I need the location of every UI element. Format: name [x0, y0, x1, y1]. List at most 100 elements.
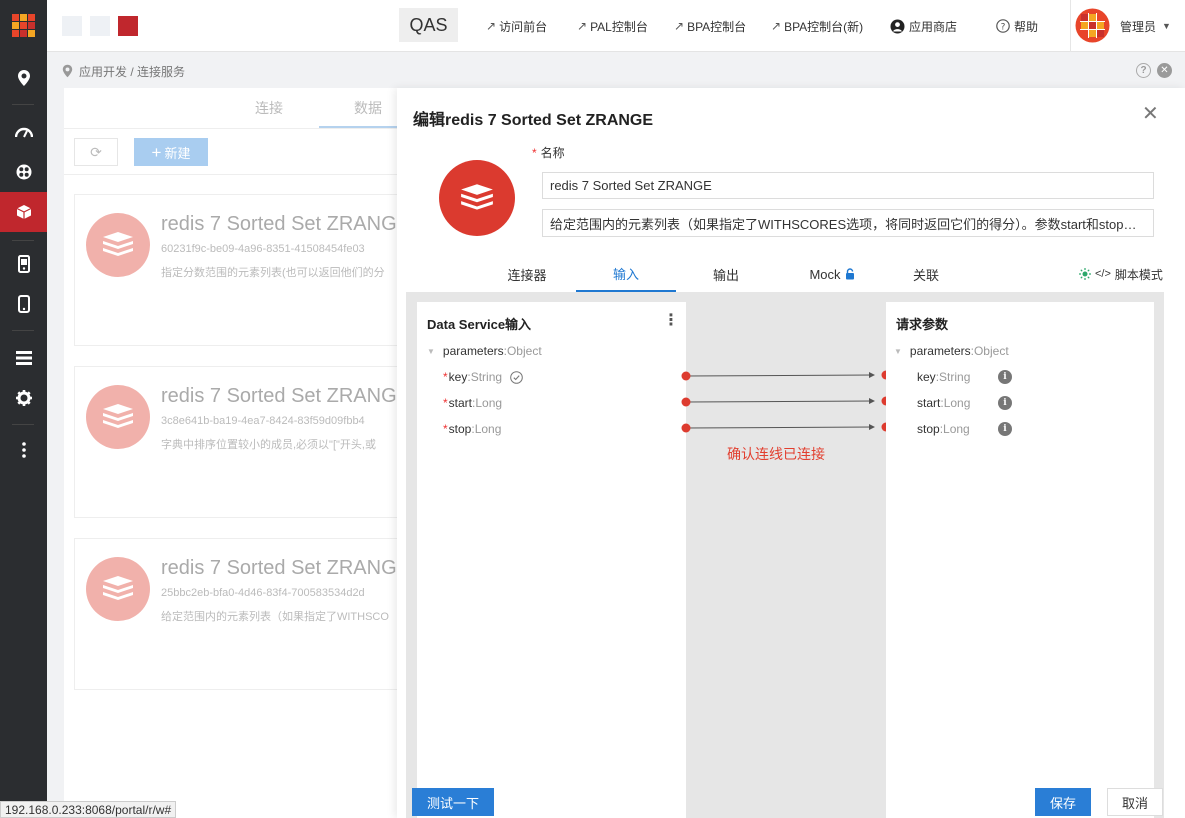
- tab-mock[interactable]: Mock: [782, 256, 882, 292]
- connection-confirm-text: 确认连线已连接: [727, 446, 825, 462]
- source-field-start[interactable]: * start : Long: [443, 396, 502, 410]
- header-placeholder-square: [62, 16, 82, 36]
- name-label: * 名称: [532, 146, 565, 160]
- location-pin-icon: [62, 64, 73, 78]
- cube-icon[interactable]: [0, 192, 47, 232]
- caret-down-icon: ▼: [427, 346, 435, 356]
- avatar[interactable]: [1075, 8, 1110, 43]
- save-button[interactable]: 保存: [1035, 788, 1091, 816]
- dashboard-icon[interactable]: [0, 112, 47, 152]
- external-arrow-icon: ↗: [674, 19, 685, 33]
- card-title: redis 7 Sorted Set ZRANG: [161, 557, 397, 579]
- user-menu[interactable]: 管理员 ▼: [1120, 0, 1171, 52]
- card-title: redis 7 Sorted Set ZRANG: [161, 213, 397, 235]
- caret-down-icon: ▼: [894, 346, 902, 356]
- env-label[interactable]: QAS: [399, 8, 458, 42]
- apps-icon[interactable]: [0, 152, 47, 192]
- external-arrow-icon: ↗: [771, 19, 782, 33]
- source-panel-title: Data Service输入: [427, 317, 532, 332]
- svg-text:?: ?: [1001, 23, 1006, 33]
- nav-bpa-console[interactable]: ↗ BPA控制台: [674, 0, 746, 52]
- breadcrumb: 应用开发 / 连接服务: [62, 62, 185, 80]
- redis-icon: [86, 557, 150, 621]
- device-icon[interactable]: [0, 244, 47, 284]
- card-desc: 给定范围内的元素列表（如果指定了WITHSCO: [161, 611, 389, 623]
- mapping-line-start[interactable]: [681, 396, 891, 407]
- more-icon[interactable]: [0, 430, 47, 470]
- connection-card[interactable]: redis 7 Sorted Set ZRANG 25bbc2eb-bfa0-4…: [74, 538, 404, 690]
- help-icon: ?: [996, 19, 1010, 33]
- source-field-parameters[interactable]: ▼ parameters : Object: [427, 344, 542, 358]
- target-panel-title: 请求参数: [896, 317, 949, 332]
- nav-visit-frontend[interactable]: ↗ 访问前台: [486, 0, 547, 52]
- more-icon[interactable]: ⋮: [663, 310, 679, 330]
- bulb-icon: [1079, 268, 1091, 280]
- description-input[interactable]: 给定范围内的元素列表（如果指定了WITHSCORES选项，将同时返回它们的得分）…: [542, 209, 1154, 237]
- external-arrow-icon: ↗: [577, 19, 588, 33]
- lock-icon: [845, 268, 855, 280]
- tab-connection[interactable]: 连接: [255, 88, 283, 128]
- redis-icon: [439, 160, 515, 236]
- location-pin-icon[interactable]: [0, 58, 47, 98]
- check-circle-icon: [510, 370, 523, 384]
- header-brand-square: [118, 16, 138, 36]
- modal-title: 编辑redis 7 Sorted Set ZRANGE: [413, 112, 654, 129]
- target-field-key[interactable]: key : String: [917, 370, 970, 384]
- info-icon[interactable]: i: [998, 370, 1012, 384]
- mobile-icon[interactable]: [0, 284, 47, 324]
- card-id: 25bbc2eb-bfa0-4d46-83f4-700583534d2d: [161, 587, 365, 599]
- edit-modal: 编辑redis 7 Sorted Set ZRANGE ✕ * 名称 redis …: [397, 88, 1185, 818]
- nav-help[interactable]: ? 帮助: [996, 0, 1038, 52]
- cancel-button[interactable]: 取消: [1107, 788, 1163, 816]
- tab-output[interactable]: 输出: [676, 256, 776, 292]
- nav-pal-console[interactable]: ↗ PAL控制台: [577, 0, 648, 52]
- info-icon[interactable]: i: [998, 422, 1012, 436]
- close-icon[interactable]: ✕: [1157, 63, 1172, 78]
- status-url-bar: 192.168.0.233:8068/portal/r/w#: [0, 801, 177, 818]
- nav-bpa-console-new[interactable]: ↗ BPA控制台(新): [771, 0, 863, 52]
- tab-input[interactable]: 输入: [576, 256, 676, 292]
- mapping-line-stop[interactable]: [681, 422, 891, 433]
- new-button[interactable]: + 新建: [134, 138, 208, 166]
- top-header: QAS ↗ 访问前台 ↗ PAL控制台 ↗ BPA控制台 ↗ BPA控制台(新) 应用商…: [47, 0, 1185, 52]
- mapping-line-key[interactable]: [681, 370, 891, 381]
- target-field-stop[interactable]: stop : Long: [917, 422, 970, 436]
- tab-connector[interactable]: 连接器: [477, 256, 577, 292]
- card-id: 60231f9c-be09-4a96-8351-41508454fe03: [161, 243, 365, 255]
- close-icon[interactable]: ✕: [1142, 104, 1159, 124]
- test-button[interactable]: 测试一下: [412, 788, 494, 816]
- source-field-key[interactable]: * key : String: [443, 370, 523, 384]
- card-title: redis 7 Sorted Set ZRANG: [161, 385, 397, 407]
- user-icon: [890, 19, 905, 34]
- gear-icon[interactable]: [0, 378, 47, 418]
- header-placeholder-square: [90, 16, 110, 36]
- mapping-area: Data Service输入 ⋮ ▼ parameters : Object *…: [406, 292, 1164, 818]
- connection-card[interactable]: redis 7 Sorted Set ZRANG 3c8e641b-ba19-4…: [74, 366, 404, 518]
- sidebar: [0, 0, 47, 818]
- list-icon[interactable]: [0, 338, 47, 378]
- connection-list-panel: 连接 数据 ⟳ + 新建 redis 7 Sorted Set ZRANG 60…: [64, 88, 404, 818]
- card-desc: 字典中排序位置较小的成员,必须以"["开头,或: [161, 439, 376, 451]
- grid-logo-icon[interactable]: [0, 0, 47, 50]
- connection-card[interactable]: redis 7 Sorted Set ZRANG 60231f9c-be09-4…: [74, 194, 404, 346]
- source-field-stop[interactable]: * stop : Long: [443, 422, 501, 436]
- mapping-connectors: [681, 370, 891, 433]
- info-icon[interactable]: i: [998, 396, 1012, 410]
- external-arrow-icon: ↗: [486, 19, 497, 33]
- target-field-start[interactable]: start : Long: [917, 396, 970, 410]
- redis-icon: [86, 213, 150, 277]
- header-divider: [1070, 0, 1071, 52]
- refresh-button[interactable]: ⟳: [74, 138, 118, 166]
- tab-relation[interactable]: 关联: [876, 256, 976, 292]
- redis-icon: [86, 385, 150, 449]
- card-id: 3c8e641b-ba19-4ea7-8424-83f59d09fbb4: [161, 415, 365, 427]
- plus-icon: +: [151, 142, 162, 162]
- script-mode-toggle[interactable]: </> 脚本模式: [1079, 256, 1163, 292]
- card-desc: 指定分数范围的元素列表(也可以返回他们的分: [161, 267, 385, 279]
- nav-app-store[interactable]: 应用商店: [890, 0, 957, 52]
- name-input[interactable]: redis 7 Sorted Set ZRANGE: [542, 172, 1154, 199]
- tab-data[interactable]: 数据: [354, 88, 382, 128]
- help-icon[interactable]: ?: [1136, 63, 1151, 78]
- target-field-parameters[interactable]: ▼ parameters : Object: [894, 344, 1009, 358]
- source-panel: Data Service输入 ⋮ ▼ parameters : Object *…: [417, 302, 686, 818]
